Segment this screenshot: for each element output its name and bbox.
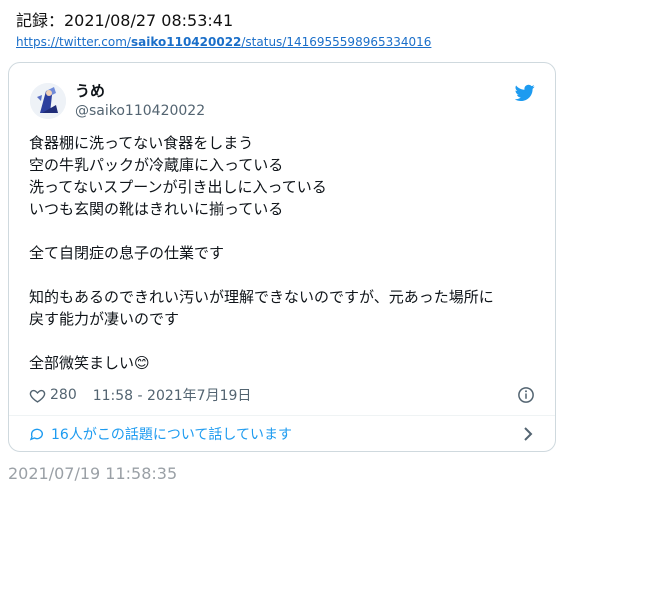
heart-icon[interactable] (29, 387, 46, 404)
tweet-meta: 280 11:58 - 2021年7月19日 (29, 385, 251, 405)
conversation-label: 16人がこの話題について話しています (51, 427, 292, 443)
avatar-illustration (30, 83, 66, 119)
captured-date: 2021/07/19 11:58:35 (8, 464, 178, 483)
avatar[interactable] (30, 83, 66, 119)
like-count[interactable]: 280 (50, 387, 77, 403)
tweet-source-link[interactable]: https://twitter.com/saiko110420022/statu… (16, 35, 431, 49)
conversation-link[interactable]: 16人がこの話題について話しています (29, 424, 535, 444)
chevron-right-icon[interactable] (521, 426, 535, 442)
link-user: saiko110420022 (130, 35, 242, 49)
author-handle[interactable]: @saiko110420022 (75, 102, 205, 120)
info-icon[interactable] (517, 386, 535, 404)
tweet-text: 食器棚に洗ってない食器をしまう 空の牛乳パックが冷蔵庫に入っている 洗ってないス… (29, 134, 494, 372)
divider (9, 415, 555, 416)
author-name[interactable]: うめ (75, 81, 105, 101)
record-timestamp: 記録：2021/08/27 08:53:41 (16, 11, 234, 30)
tweet-timestamp[interactable]: 11:58 - 2021年7月19日 (93, 385, 252, 405)
link-prefix: https://twitter.com/ (16, 35, 131, 49)
link-suffix: /status/1416955598965334016 (241, 35, 432, 49)
twitter-bird-icon[interactable] (515, 84, 535, 102)
speech-bubble-icon (29, 428, 43, 441)
tweet-card: うめ @saiko110420022 食器棚に洗ってない食器をしまう 空の牛乳パ… (8, 62, 556, 452)
